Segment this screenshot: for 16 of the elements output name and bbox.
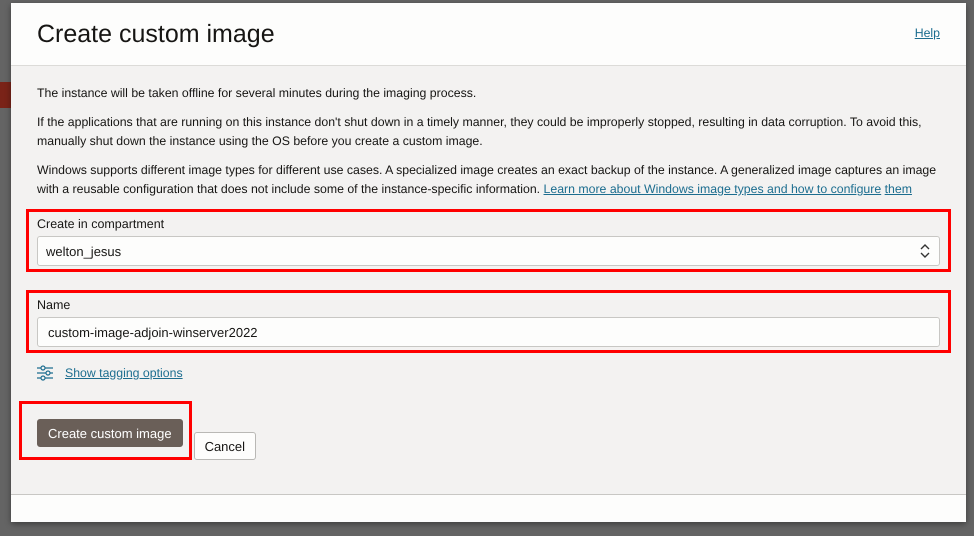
sliders-icon: [37, 365, 53, 381]
description-paragraph: If the applications that are running on this instance don't shut down in a timely manner, they could be improperly stopped, resulting in data corruption. To avoid this, manually shut down the instance using the OS before you create a custom image.: [37, 114, 923, 150]
help-link[interactable]: Help: [914, 26, 940, 40]
description-paragraph: Windows supports different image types for different use cases. A specialized image creates an exact backup of the instance. A generalized image captures an image with a reusable configuration that does not include some of the instance-specific information. Learn more about Windows image types and how to configure them: [37, 162, 938, 198]
dialog-title: Create custom image: [37, 20, 275, 48]
show-tagging-options-link[interactable]: Show tagging options: [65, 366, 183, 380]
field-label: Create in compartment: [37, 217, 166, 231]
field-label: Name: [37, 298, 72, 312]
create-custom-image-button[interactable]: Create custom image: [37, 419, 183, 447]
description-paragraph: The instance will be taken offline for several minutes during the imaging process.: [37, 85, 478, 102]
name-input-field[interactable]: custom-image-adjoin-winserver2022: [37, 317, 940, 347]
cancel-button[interactable]: Cancel: [194, 432, 256, 460]
learn-more-link[interactable]: Learn more about Windows image types and how to configure: [544, 182, 882, 196]
compartment-select[interactable]: welton_jesus: [37, 236, 940, 266]
learn-more-link[interactable]: them: [884, 182, 912, 196]
chevron-up-down-icon: [919, 243, 931, 259]
